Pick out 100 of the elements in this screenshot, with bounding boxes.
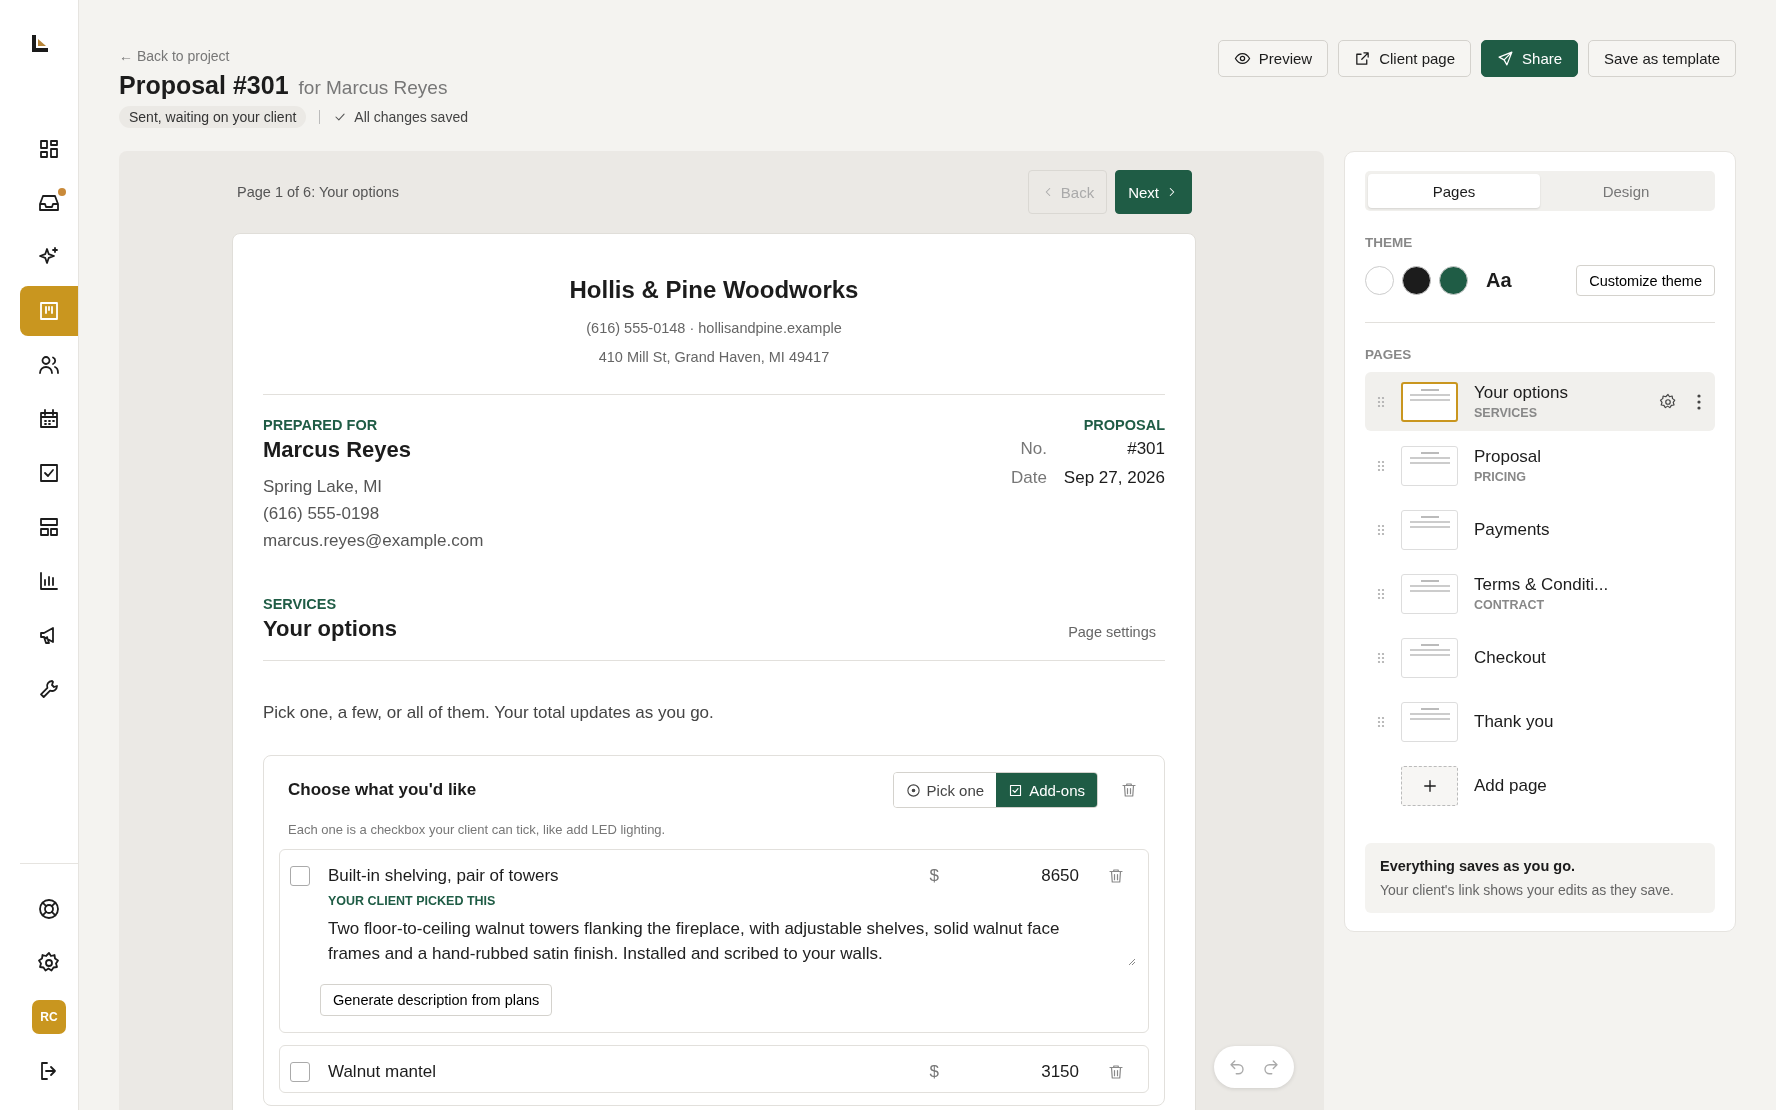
intro-text: Pick one, a few, or all of them. Your total updates as you go. (263, 703, 715, 723)
field-label: No. (1020, 438, 1047, 460)
page-title: Proposal #301 (119, 71, 289, 100)
send-icon (1497, 50, 1515, 67)
color-swatch[interactable] (1365, 266, 1394, 295)
section-label: SERVICES (263, 596, 338, 612)
section-label: PREPARED FOR (263, 417, 379, 433)
section-heading: PAGES (1365, 347, 1413, 362)
logo-icon (30, 34, 50, 54)
next-button[interactable]: Next (1115, 170, 1192, 214)
page-list-item[interactable]: Proposal PRICING (1365, 436, 1715, 495)
notification-dot (58, 188, 66, 196)
page-thumbnail (1401, 701, 1458, 742)
panel-tab[interactable]: Design (1540, 174, 1712, 208)
block-title: Choose what you'd like (288, 780, 478, 800)
lifebuoy-icon (37, 897, 61, 921)
drag-handle-icon (1377, 651, 1385, 664)
header-button[interactable]: Client page (1338, 40, 1472, 77)
page-list-item[interactable]: Thank you (1365, 692, 1715, 751)
settings-icon[interactable] (1659, 392, 1677, 411)
hint-text: Each one is a checkbox your client can tick, like add LED lighting. (287, 821, 667, 839)
note-title: Everything saves as you go. (1380, 858, 1577, 874)
wrench-icon (37, 677, 61, 701)
company-contact: (616) 555-0148 · hollisandpine.example (585, 319, 843, 338)
trash-icon[interactable] (1107, 1063, 1125, 1081)
page-list-item[interactable]: Checkout (1365, 628, 1715, 687)
page-thumbnail (1401, 637, 1458, 678)
client-detail: marcus.reyes@example.com (263, 530, 484, 552)
font-sample[interactable]: Aa (1486, 269, 1569, 292)
page-thumbnail (1401, 381, 1458, 422)
page-title-text: Terms & Conditi... (1474, 575, 1610, 595)
section-heading: THEME (1365, 235, 1414, 250)
price-field[interactable]: 8650 (939, 866, 1079, 886)
more-icon[interactable] (1697, 393, 1701, 410)
page-type: PRICING (1474, 470, 1528, 484)
checkbox[interactable] (290, 1062, 310, 1082)
drag-handle-icon (1377, 523, 1385, 536)
board-icon (37, 299, 61, 323)
page-list-item[interactable]: Your options SERVICES (1365, 372, 1715, 431)
section-title: Your options (263, 616, 398, 642)
option-name: Walnut mantel (328, 1062, 438, 1082)
customize-theme-button[interactable]: Customize theme (1576, 265, 1715, 296)
page-subtitle: for Marcus Reyes (298, 77, 448, 99)
color-swatch[interactable] (1402, 266, 1431, 295)
page-type: SERVICES (1474, 406, 1538, 420)
currency-symbol: $ (929, 866, 939, 886)
drag-handle-icon (1377, 715, 1385, 728)
bar-chart-icon (37, 569, 61, 593)
layout-icon (37, 515, 61, 539)
grid-icon (37, 137, 61, 161)
trash-icon[interactable] (1120, 781, 1138, 799)
page-list-item[interactable]: Payments (1365, 500, 1715, 559)
page-title-text: Thank you (1474, 711, 1555, 732)
page-title-text: Your options (1474, 383, 1569, 403)
company-name: Hollis & Pine Woodworks (568, 276, 860, 304)
description-field[interactable]: Two floor-to-ceiling walnut towers flanking the fireplace, with adjustable shelves, solid walnut face frames and a hand-rubbed satin finish. Installed and scribed to your walls. (328, 916, 1136, 966)
panel-tab[interactable]: Pages (1368, 174, 1540, 208)
note-text: Your client's link shows your edits as they save. (1380, 882, 1675, 898)
field-value: #301 (1126, 438, 1165, 460)
section-label: PROPOSAL (1082, 417, 1165, 433)
currency-symbol: $ (929, 1062, 939, 1082)
company-address: 410 Mill St, Grand Haven, MI 49417 (597, 348, 831, 367)
field-label: Date (1011, 467, 1047, 489)
page-settings-link[interactable]: Page settings (1068, 624, 1156, 640)
checkbox-icon (1008, 782, 1024, 798)
trash-icon[interactable] (1107, 867, 1125, 885)
resize-handle-icon (1126, 956, 1136, 966)
page-type: CONTRACT (1474, 598, 1546, 612)
page-title-text: Proposal (1474, 447, 1543, 467)
page-thumbnail (1401, 509, 1458, 550)
page-title-text: Payments (1474, 519, 1551, 540)
external-link-icon (1354, 50, 1372, 67)
checkbox-icon (37, 461, 61, 485)
client-detail: Spring Lake, MI (263, 476, 384, 498)
header-button[interactable]: Save as template (1588, 40, 1736, 77)
page-indicator: Page 1 of 6: Your options (237, 184, 400, 200)
back-link[interactable]: ← Back to project (119, 48, 230, 64)
radio-icon (905, 782, 921, 798)
page-thumbnail (1401, 573, 1458, 614)
page-title-text: Checkout (1474, 647, 1547, 668)
add-page-button[interactable]: Add page (1365, 756, 1715, 815)
field-value: Sep 27, 2026 (1062, 467, 1165, 489)
drag-handle-icon (1377, 395, 1385, 408)
drag-handle-icon (1377, 587, 1385, 600)
header-button[interactable]: Share (1481, 40, 1579, 77)
calendar-icon (37, 407, 61, 431)
status-pill: Sent, waiting on your client (119, 106, 307, 128)
drag-handle-icon (1377, 459, 1385, 472)
header-button[interactable]: Preview (1217, 40, 1329, 77)
save-status: All changes saved (354, 109, 468, 125)
color-swatch[interactable] (1439, 266, 1468, 295)
option-name: Built-in shelving, pair of towers (328, 866, 560, 886)
page-list-item[interactable]: Terms & Conditi... CONTRACT (1365, 564, 1715, 623)
eye-icon (1233, 50, 1251, 67)
generate-button[interactable]: Generate description from plans (320, 984, 553, 1016)
client-name: Marcus Reyes (263, 437, 412, 463)
mode-toggle[interactable]: Add-ons (996, 773, 1097, 807)
price-field[interactable]: 3150 (939, 1062, 1079, 1082)
picked-label: YOUR CLIENT PICKED THIS (328, 894, 497, 908)
checkbox[interactable] (290, 866, 310, 886)
